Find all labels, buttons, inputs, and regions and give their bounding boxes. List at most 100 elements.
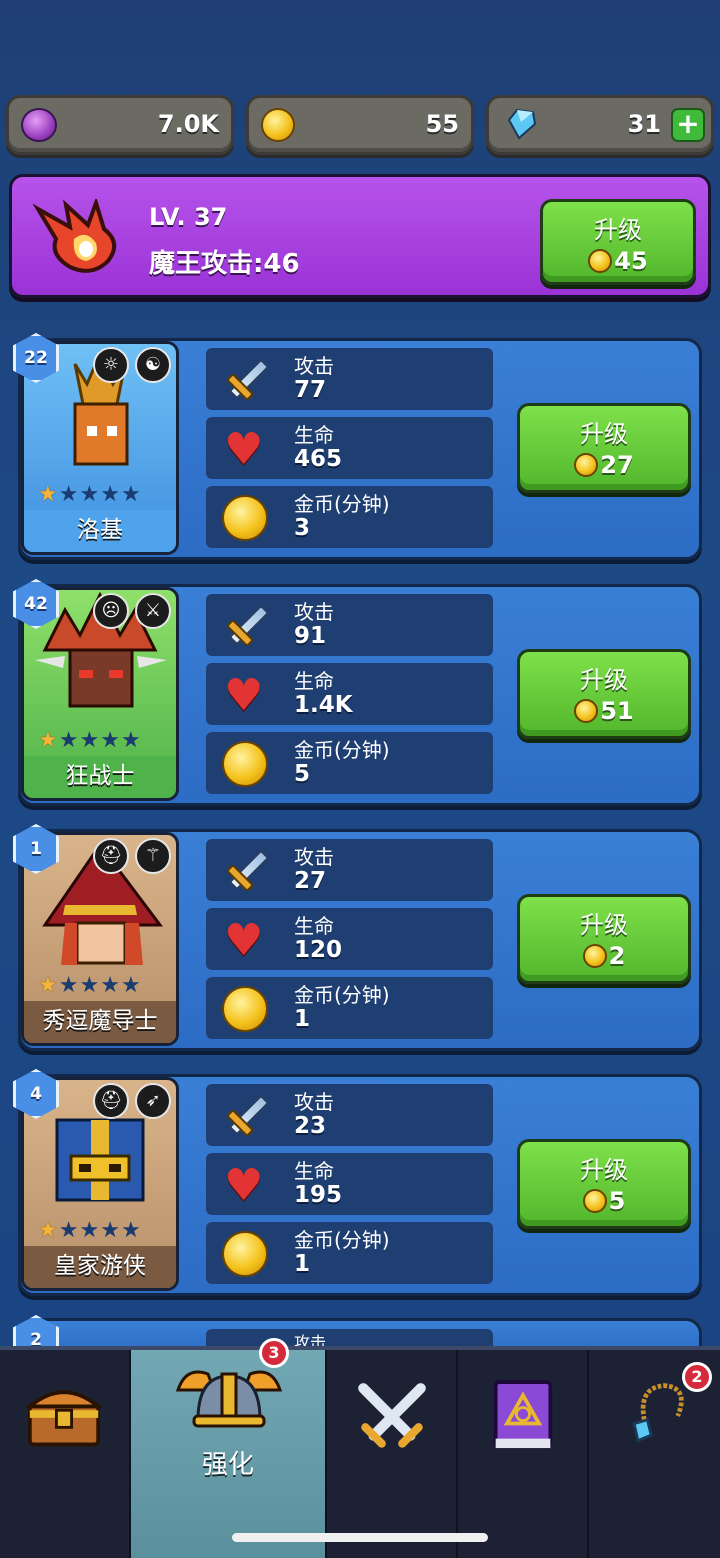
buy-gems-button[interactable]: + [671, 108, 705, 142]
gold-counter: 55 [246, 95, 474, 155]
demon-class-icon: ☼ [93, 347, 129, 383]
bottom-nav: 强化 3 2 [0, 1338, 720, 1558]
upgrade-notification-badge: 3 [259, 1338, 289, 1368]
spellbook-icon [493, 1380, 553, 1449]
health-stat: ♥ 生命 465 [206, 417, 493, 479]
health-value: 195 [294, 1182, 343, 1208]
orc-class-icon: ☹ [93, 593, 129, 629]
amulet-notification-badge: 2 [682, 1362, 712, 1392]
hero-name: 洛基 [24, 510, 176, 552]
attack-stat: 攻击 77 [206, 348, 493, 410]
hero-stars: ★ ★ ★ ★ ★ [38, 482, 141, 507]
gold-rate-value: 5 [294, 761, 311, 787]
gold-rate-stat: 金币(分钟) 1 [206, 1222, 493, 1284]
gold-rate-stat: 金币(分钟) 1 [206, 977, 493, 1039]
gold-rate-stat: 金币(分钟) 3 [206, 486, 493, 548]
coin-icon [222, 495, 268, 541]
hero-upgrade-button[interactable]: 升级 51 [517, 649, 691, 739]
tab-chest[interactable] [0, 1350, 131, 1558]
tab-amulet[interactable]: 2 [589, 1350, 720, 1558]
tab-spellbook[interactable] [458, 1350, 589, 1558]
bow-type-icon: ➶ [135, 1083, 171, 1119]
hero-card: ★ ★ ★ ★ ★ 皇家游侠 4 ⛑ ➶ 攻击 23 ♥ 生命 195 金币(分钟) 1… [13, 1069, 702, 1296]
heart-icon: ♥ [224, 1160, 264, 1211]
helmet-class-icon: ⛑ [93, 1083, 129, 1119]
sword-icon [222, 848, 270, 894]
hero-upgrade-button[interactable]: 升级 27 [517, 403, 691, 493]
wand-type-icon: ⚚ [135, 838, 171, 874]
heart-icon: ♥ [224, 915, 264, 966]
hero-name: 狂战士 [24, 756, 176, 798]
coin-icon [222, 1231, 268, 1277]
coin-icon [222, 986, 268, 1032]
hero-card: ★ ★ ★ ★ ★ 洛基 22 ☼ ☯ 攻击 77 ♥ 生命 465 金币(分钟) 3 … [13, 333, 702, 560]
gold-rate-value: 1 [294, 1006, 311, 1032]
boss-attack-text: 魔王攻击:46 [149, 249, 300, 279]
sword-icon [222, 357, 270, 403]
upgrade-label: 升级 [580, 1156, 628, 1184]
upgrade-label: 升级 [594, 216, 642, 244]
gold-rate-value: 1 [294, 1251, 311, 1277]
boss-attack-panel: LV. 37 魔王攻击:46 升级 45 [9, 174, 711, 298]
elixir-icon [21, 108, 57, 142]
gold-rate-stat: 金币(分钟) 5 [206, 732, 493, 794]
hero-card: ★ ★ ★ ★ ★ 狂战士 42 ☹ ⚔ 攻击 91 ♥ 生命 1.4K 金币(分钟) … [13, 579, 702, 806]
gold-rate-value: 3 [294, 515, 311, 541]
hero-upgrade-button[interactable]: 升级 2 [517, 894, 691, 984]
upgrade-label: 升级 [580, 911, 628, 939]
upgrade-label: 升级 [580, 420, 628, 448]
upgrade-cost: 51 [600, 697, 634, 725]
boss-upgrade-button[interactable]: 升级 45 [540, 199, 696, 285]
boss-level: LV. 37 [149, 203, 228, 231]
health-stat: ♥ 生命 120 [206, 908, 493, 970]
viking-helmet-icon [175, 1370, 283, 1428]
health-value: 120 [294, 937, 343, 963]
upgrade-cost: 2 [608, 942, 626, 970]
amulet-icon [632, 1383, 684, 1443]
upgrade-cost: 45 [614, 247, 648, 275]
health-stat: ♥ 生命 1.4K [206, 663, 493, 725]
diamond-icon [507, 108, 537, 140]
attack-stat: 攻击 27 [206, 839, 493, 901]
attack-value: 91 [294, 623, 327, 649]
health-stat: ♥ 生命 195 [206, 1153, 493, 1215]
sword-type-icon: ⚔ [135, 593, 171, 629]
gem-value: 31 [627, 110, 661, 138]
treasure-chest-icon [26, 1390, 102, 1447]
sword-icon [222, 603, 270, 649]
attack-stat: 攻击 23 [206, 1084, 493, 1146]
elixir-value: 7.0K [157, 110, 219, 138]
coin-icon [582, 944, 607, 968]
sword-icon [222, 1093, 270, 1139]
hero-stars: ★ ★ ★ ★ ★ [38, 728, 141, 753]
attack-stat: 攻击 91 [206, 594, 493, 656]
elixir-counter: 7.0K [6, 95, 234, 155]
gold-value: 55 [425, 110, 459, 138]
coin-icon [574, 699, 599, 723]
hero-card: ★ ★ ★ ★ ★ 秀逗魔导士 1 ⛑ ⚚ 攻击 27 ♥ 生命 120 金币(分钟) … [13, 824, 702, 1051]
attack-value: 27 [294, 868, 327, 894]
fireball-icon [32, 199, 116, 273]
tab-upgrade-label: 强化 [201, 1450, 254, 1480]
hero-name: 秀逗魔导士 [24, 1001, 176, 1043]
attack-value: 23 [294, 1113, 327, 1139]
health-value: 1.4K [294, 692, 353, 718]
upgrade-cost: 27 [600, 451, 634, 479]
hero-stars: ★ ★ ★ ★ ★ [38, 1218, 141, 1243]
gem-counter: 31 + [486, 95, 714, 155]
dragon-type-icon: ☯ [135, 347, 171, 383]
heart-icon: ♥ [224, 670, 264, 721]
tab-battle[interactable] [327, 1350, 458, 1558]
coin-icon [574, 453, 599, 477]
hero-stars: ★ ★ ★ ★ ★ [38, 973, 141, 998]
upgrade-label: 升级 [580, 666, 628, 694]
helmet-class-icon: ⛑ [93, 838, 129, 874]
home-indicator [232, 1533, 488, 1542]
attack-value: 77 [294, 377, 327, 403]
upgrade-cost: 5 [608, 1187, 626, 1215]
hero-upgrade-button[interactable]: 升级 5 [517, 1139, 691, 1229]
crossed-swords-icon [358, 1383, 426, 1448]
tab-upgrade[interactable]: 强化 3 [131, 1338, 327, 1558]
health-value: 465 [294, 446, 343, 472]
heart-icon: ♥ [224, 424, 264, 475]
